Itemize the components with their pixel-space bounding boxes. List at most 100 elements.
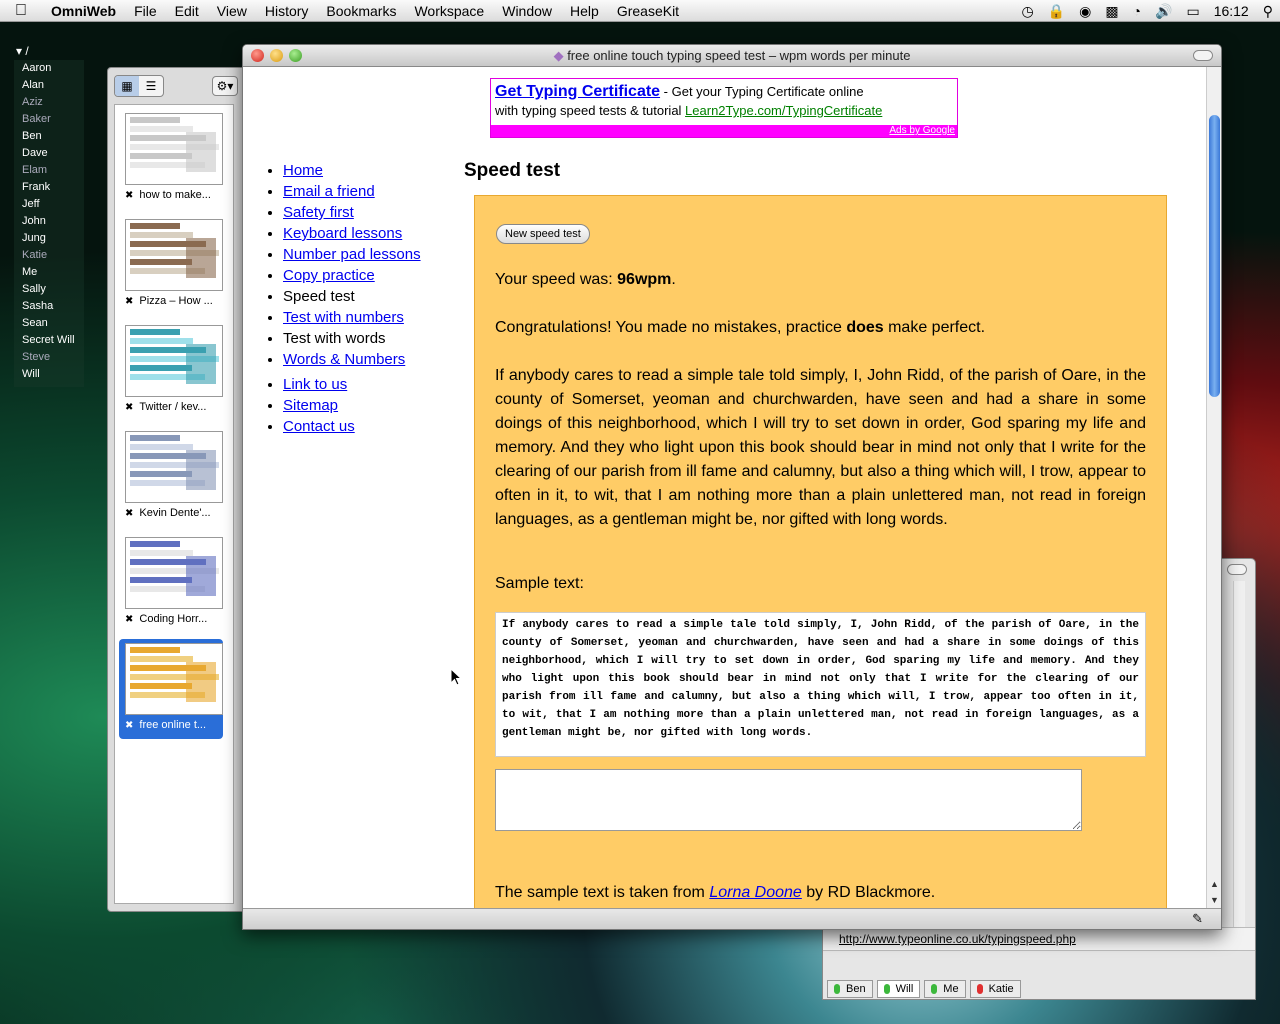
vertical-scrollbar[interactable]: ▲ ▼: [1206, 67, 1221, 910]
nav-link[interactable]: Safety first: [283, 204, 354, 221]
spotlight-icon[interactable]: ⚲: [1256, 3, 1280, 20]
shortcut-item[interactable]: Baker: [14, 111, 84, 128]
workspace-tab[interactable]: Me: [924, 980, 966, 998]
page-favicon-icon: ◆: [553, 48, 564, 63]
shortcut-item[interactable]: Aaron: [14, 60, 84, 77]
tab-thumbnail[interactable]: ✖ free online t...: [119, 639, 223, 739]
window-controls: [251, 49, 302, 62]
wifi-icon[interactable]: ◔: [1126, 3, 1148, 19]
shortcut-item[interactable]: Steve: [14, 349, 84, 366]
shortcut-item[interactable]: John: [14, 213, 84, 230]
nav-link[interactable]: Copy practice: [283, 267, 375, 284]
battery-icon[interactable]: ▭: [1179, 3, 1206, 20]
clock[interactable]: 16:12: [1207, 3, 1256, 19]
close-tab-icon[interactable]: ✖: [125, 614, 133, 625]
menu-view[interactable]: View: [208, 3, 256, 19]
menu-bar:  OmniWeb File Edit View History Bookmar…: [0, 0, 1280, 22]
scroll-up-arrow-icon[interactable]: ▲: [1207, 879, 1221, 889]
shortcut-item[interactable]: Ben: [14, 128, 84, 145]
nav-link[interactable]: Email a friend: [283, 183, 375, 200]
workspace-tab[interactable]: Will: [876, 980, 921, 998]
tab-thumbnail[interactable]: ✖ how to make...: [119, 109, 223, 209]
ads-by-google-link[interactable]: Ads by Google: [889, 125, 955, 136]
shortcut-item[interactable]: Sally: [14, 281, 84, 298]
menu-file[interactable]: File: [125, 3, 166, 19]
close-button[interactable]: [251, 49, 264, 62]
close-tab-icon[interactable]: ✖: [125, 190, 133, 201]
shortcut-item[interactable]: Will: [14, 366, 84, 383]
nav-item: Keyboard lessons: [283, 223, 425, 244]
shortcut-item[interactable]: Me: [14, 264, 84, 281]
zoom-button[interactable]: [289, 49, 302, 62]
page-preview: [125, 537, 223, 609]
edit-pen-icon[interactable]: ✎: [1192, 911, 1203, 927]
nav-link[interactable]: Number pad lessons: [283, 246, 421, 263]
scroll-down-arrow-icon[interactable]: ▼: [1207, 895, 1221, 905]
menu-bookmarks[interactable]: Bookmarks: [317, 3, 405, 19]
menu-help[interactable]: Help: [561, 3, 608, 19]
shortcut-item[interactable]: Alan: [14, 77, 84, 94]
list-root[interactable]: ▾ /: [14, 44, 84, 58]
nav-link[interactable]: Link to us: [283, 376, 347, 393]
list-view-icon[interactable]: ☰: [139, 76, 163, 96]
menu-history[interactable]: History: [256, 3, 318, 19]
menu-app[interactable]: OmniWeb: [42, 3, 125, 19]
time-machine-icon[interactable]: ◷: [1014, 3, 1040, 20]
menu-greasekit[interactable]: GreaseKit: [608, 3, 688, 19]
ad-headline-link[interactable]: Get Typing Certificate: [495, 83, 660, 100]
close-tab-icon[interactable]: ✖: [125, 296, 133, 307]
nav-link[interactable]: Sitemap: [283, 397, 338, 414]
workspace-tab[interactable]: Ben: [827, 980, 873, 998]
tab-thumbnail[interactable]: ✖ Twitter / kev...: [119, 321, 223, 421]
workspace-tab[interactable]: Katie: [969, 980, 1021, 998]
close-tab-icon[interactable]: ✖: [125, 402, 133, 413]
nav-link[interactable]: Words & Numbers: [283, 351, 405, 368]
shortcut-item[interactable]: Sasha: [14, 298, 84, 315]
close-tab-icon[interactable]: ✖: [125, 720, 133, 731]
ad-url-link[interactable]: Learn2Type.com/TypingCertificate: [685, 103, 882, 118]
tab-caption: Twitter / kev...: [139, 401, 207, 413]
congratulations-message: Congratulations! You made no mistakes, p…: [495, 319, 986, 336]
nav-link[interactable]: Test with numbers: [283, 309, 404, 326]
nav-link[interactable]: Home: [283, 162, 323, 179]
shortcut-item[interactable]: Dave: [14, 145, 84, 162]
page-preview: [125, 431, 223, 503]
typing-input[interactable]: [495, 769, 1082, 831]
nav-link[interactable]: Contact us: [283, 418, 355, 435]
window-titlebar[interactable]: ◆ free online touch typing speed test – …: [243, 45, 1221, 67]
menu-window[interactable]: Window: [493, 3, 561, 19]
vertical-scrollbar[interactable]: [1233, 581, 1245, 951]
shortcut-item[interactable]: Secret Will: [14, 332, 84, 349]
menu-workspace[interactable]: Workspace: [405, 3, 493, 19]
toolbar-toggle-button[interactable]: [1193, 50, 1213, 61]
lock-icon[interactable]: 🔒: [1041, 3, 1072, 20]
display-icon[interactable]: ▩: [1098, 3, 1125, 20]
shortcut-item[interactable]: Jung: [14, 230, 84, 247]
tab-thumbnail[interactable]: ✖ Coding Horr...: [119, 533, 223, 633]
status-dot-icon: [931, 984, 938, 994]
menu-edit[interactable]: Edit: [166, 3, 208, 19]
tab-thumbnail[interactable]: ✖ Kevin Dente'...: [119, 427, 223, 527]
minimize-button[interactable]: [270, 49, 283, 62]
nav-item: Contact us: [283, 416, 425, 437]
new-speed-test-button[interactable]: New speed test: [496, 224, 590, 244]
page-url[interactable]: http://www.typeonline.co.uk/typingspeed.…: [839, 932, 1076, 946]
shortcut-item[interactable]: Aziz: [14, 94, 84, 111]
volume-icon[interactable]: 🔊: [1148, 3, 1179, 20]
apple-menu-icon[interactable]: : [0, 2, 42, 20]
shortcut-item[interactable]: Jeff: [14, 196, 84, 213]
shortcut-item[interactable]: Sean: [14, 315, 84, 332]
shortcut-item[interactable]: Frank: [14, 179, 84, 196]
nav-link[interactable]: Keyboard lessons: [283, 225, 402, 242]
shortcut-item[interactable]: Elam: [14, 162, 84, 179]
thumbnail-view-icon[interactable]: ▦: [115, 76, 139, 96]
ad-banner: Get Typing Certificate - Get your Typing…: [490, 78, 958, 138]
shortcut-item[interactable]: Katie: [14, 247, 84, 264]
lorna-doone-link[interactable]: Lorna Doone: [709, 884, 802, 901]
close-tab-icon[interactable]: ✖: [125, 508, 133, 519]
toolbar-toggle-button[interactable]: [1227, 564, 1247, 575]
tab-thumbnail[interactable]: ✖ Pizza – How ...: [119, 215, 223, 315]
scrollbar-thumb[interactable]: [1209, 115, 1220, 397]
network-icon[interactable]: ◉: [1072, 3, 1098, 20]
gear-icon[interactable]: ⚙▾: [212, 76, 238, 96]
